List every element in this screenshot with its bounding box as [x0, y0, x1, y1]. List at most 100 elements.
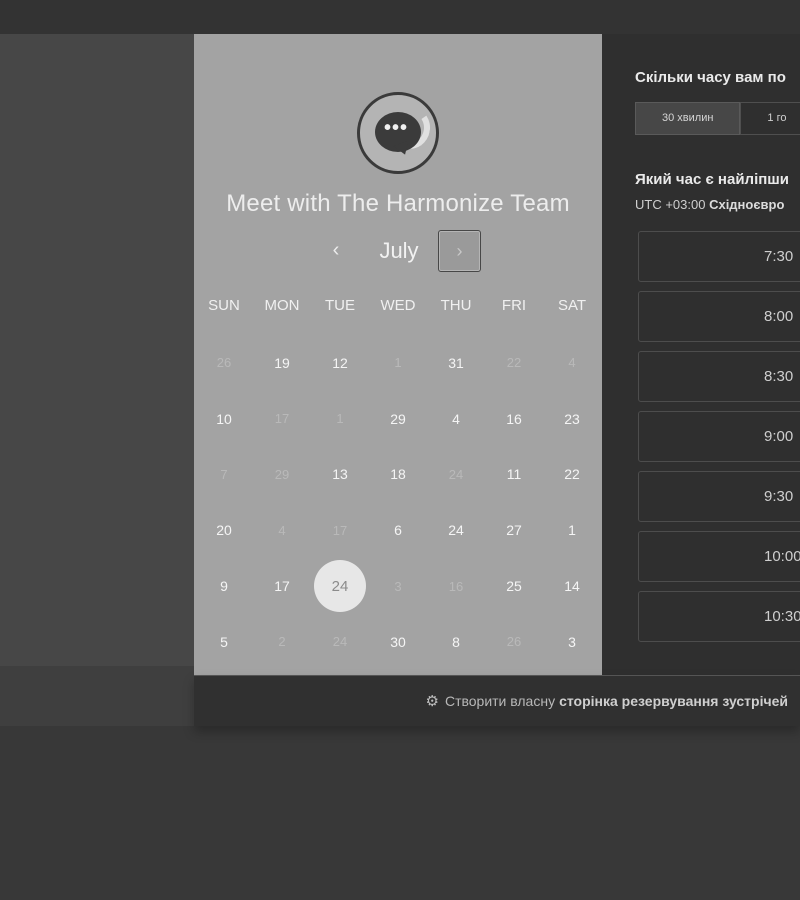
calendar-day[interactable]: 6 — [369, 502, 427, 558]
calendar-day[interactable]: 3 — [543, 614, 601, 670]
calendar-day-unavailable: 29 — [253, 447, 311, 503]
sprocket-icon: ⚙ — [425, 693, 439, 710]
calendar-day-number: 12 — [332, 354, 348, 371]
calendar-day[interactable]: 31 — [427, 335, 485, 391]
calendar-day-number: 3 — [394, 578, 402, 594]
calendar-day[interactable]: 22 — [543, 447, 601, 503]
time-slot-button[interactable]: 8:30 — [638, 351, 800, 402]
calendar-day-number: 22 — [564, 466, 580, 483]
calendar-day[interactable]: 18 — [369, 447, 427, 503]
calendar-day-number: 7 — [220, 466, 228, 482]
meeting-booking-widget: ••• Meet with The Harmonize Team ‹ July … — [194, 34, 800, 726]
calendar-day-unavailable: 26 — [485, 614, 543, 670]
time-selection-panel: Скільки часу вам по 30 хвилин 1 го Який … — [602, 34, 800, 675]
calendar-day[interactable]: 12 — [311, 335, 369, 391]
calendar-day[interactable]: 1 — [543, 502, 601, 558]
calendar-day[interactable]: 14 — [543, 558, 601, 614]
calendar-day-number: 3 — [568, 633, 576, 650]
footer-prefix: Створити власну — [444, 693, 556, 709]
calendar-day-number: 17 — [332, 522, 348, 538]
calendar-day-unavailable: 17 — [253, 391, 311, 447]
calendar-day[interactable]: 19 — [253, 335, 311, 391]
timezone-label[interactable]: UTC +03:00 Східноєвро — [635, 197, 784, 212]
calendar-day-selected[interactable]: 24 — [311, 558, 369, 614]
calendar-day[interactable]: 8 — [427, 614, 485, 670]
calendar-day-number: 5 — [220, 633, 228, 650]
footer-bar: ⚙ Створити власну сторінка резервування … — [194, 675, 800, 726]
calendar-day[interactable]: 11 — [485, 447, 543, 503]
create-booking-page-link[interactable]: сторінка резервування зустрічей — [559, 693, 788, 709]
calendar-week-row: 5 2 24 30 8 26 3 — [195, 614, 601, 670]
calendar-day-number: 13 — [332, 466, 348, 483]
calendar-day[interactable]: 29 — [369, 391, 427, 447]
calendar-day[interactable]: 9 — [195, 558, 253, 614]
calendar-day[interactable]: 16 — [485, 391, 543, 447]
next-month-button[interactable]: › — [438, 230, 481, 272]
calendar-day-number: 17 — [274, 411, 290, 427]
weekday-header: SUN MON TUE WED THU FRI SAT — [194, 297, 602, 314]
calendar-day-unavailable: 24 — [427, 447, 485, 503]
duration-question: Скільки часу вам по — [635, 69, 786, 86]
weekday-label: THU — [440, 297, 472, 314]
calendar-day[interactable]: 23 — [543, 391, 601, 447]
ellipsis-icon: ••• — [384, 117, 409, 139]
calendar-day-number: 11 — [506, 466, 522, 483]
background-shadow — [0, 666, 194, 726]
duration-option-1h[interactable]: 1 го — [740, 102, 800, 135]
calendar-day[interactable]: 10 — [195, 391, 253, 447]
calendar-day-unavailable: 4 — [543, 335, 601, 391]
calendar-day-unavailable: 1 — [369, 335, 427, 391]
calendar-day[interactable]: 20 — [195, 502, 253, 558]
calendar-day-number: 10 — [216, 410, 232, 427]
time-slot-button[interactable]: 10:00 — [638, 531, 800, 582]
calendar-day-number: 16 — [506, 410, 522, 427]
calendar-day-number: 9 — [220, 578, 228, 595]
calendar-day-number: 16 — [448, 578, 464, 594]
weekday-label: WED — [380, 297, 416, 314]
calendar-week-row: 10 17 1 29 4 16 23 — [195, 391, 601, 447]
calendar-day-number: 27 — [506, 522, 522, 539]
calendar-day-number: 24 — [332, 634, 348, 650]
time-slot-button[interactable]: 9:30 — [638, 471, 800, 522]
calendar-day[interactable]: 5 — [195, 614, 253, 670]
time-slot-button[interactable]: 8:00 — [638, 291, 800, 342]
calendar-day-number: 18 — [390, 466, 406, 483]
calendar-day-number: 24 — [448, 466, 464, 482]
calendar-day[interactable]: 13 — [311, 447, 369, 503]
team-avatar: ••• — [357, 92, 439, 174]
calendar-day-number: 19 — [274, 354, 290, 371]
calendar-day-number: 1 — [568, 522, 576, 539]
time-slot-button[interactable]: 7:30 — [638, 231, 800, 282]
timezone-name: Східноєвро — [709, 197, 785, 212]
calendar-day-number: 8 — [452, 633, 460, 650]
calendar-day[interactable]: 25 — [485, 558, 543, 614]
time-slot-button[interactable]: 10:30 — [638, 591, 800, 642]
calendar-day-number: 4 — [568, 355, 576, 371]
calendar-week-row: 26 19 12 1 31 22 4 — [195, 335, 601, 391]
calendar-day-number: 29 — [274, 466, 290, 482]
calendar-day-unavailable: 17 — [311, 502, 369, 558]
month-label: July — [379, 238, 419, 263]
calendar-day[interactable]: 4 — [427, 391, 485, 447]
weekday-label: TUE — [325, 297, 355, 314]
calendar-week-row: 7 29 13 18 24 11 22 — [195, 447, 601, 503]
calendar-day-number: 17 — [274, 578, 290, 595]
calendar-day-number: 25 — [506, 578, 522, 595]
calendar-day-unavailable: 2 — [253, 614, 311, 670]
weekday-label: FRI — [501, 297, 527, 314]
calendar-panel: ••• Meet with The Harmonize Team ‹ July … — [194, 34, 602, 675]
calendar-day-unavailable: 4 — [253, 502, 311, 558]
calendar-day[interactable]: 24 — [427, 502, 485, 558]
page-background — [0, 726, 800, 900]
duration-option-30min[interactable]: 30 хвилин — [635, 102, 741, 135]
previous-month-button[interactable]: ‹ — [322, 236, 350, 264]
time-slot-button[interactable]: 9:00 — [638, 411, 800, 462]
calendar-day-number: 20 — [216, 522, 232, 539]
duration-selector: 30 хвилин 1 го — [635, 102, 800, 135]
calendar-day-number: 14 — [564, 578, 580, 595]
calendar-day-number: 31 — [448, 354, 464, 371]
calendar-day[interactable]: 27 — [485, 502, 543, 558]
calendar-day[interactable]: 30 — [369, 614, 427, 670]
calendar-grid: 26 19 12 1 31 22 4 10 17 1 29 4 16 23 7 29 13 18 24 11 22 20 4… — [195, 335, 601, 670]
calendar-day[interactable]: 17 — [253, 558, 311, 614]
